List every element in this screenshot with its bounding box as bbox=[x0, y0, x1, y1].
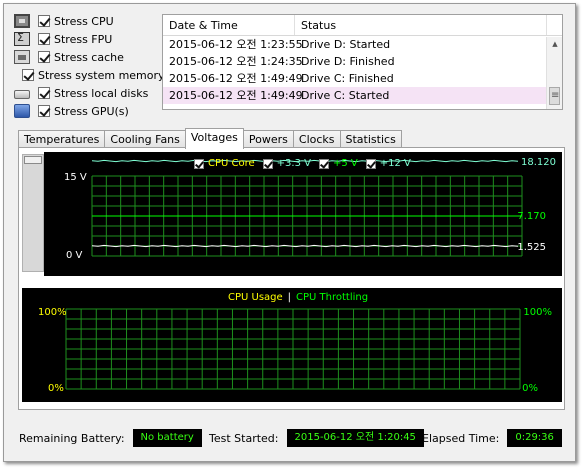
voltage-y-min-label: 0 V bbox=[66, 250, 83, 261]
event-log-table[interactable]: Date & Time Status 2015-06-12 오전 1:23:55… bbox=[162, 14, 563, 110]
elapsed-time: Elapsed Time: 0:29:36 bbox=[422, 429, 562, 447]
remaining-battery: Remaining Battery: No battery bbox=[19, 429, 202, 447]
usage-grid bbox=[65, 308, 521, 390]
cpu-throttling-title: CPU Throttling bbox=[296, 292, 369, 303]
stress-options: Stress CPU Stress FPU Stress cache Stres… bbox=[14, 12, 165, 120]
voltage-chart: CPU Core +3.3 V +5 V +12 V 15 V 0 V 18.1… bbox=[44, 152, 562, 276]
stability-test-window: Stress CPU Stress FPU Stress cache Stres… bbox=[3, 3, 576, 462]
stress-cache-option[interactable]: Stress cache bbox=[14, 48, 164, 66]
stress-disks-checkbox[interactable] bbox=[38, 87, 50, 99]
stress-fpu-checkbox[interactable] bbox=[38, 33, 50, 45]
tab-powers[interactable]: Powers bbox=[242, 130, 294, 148]
legend-cpu-core: CPU Core bbox=[208, 158, 255, 169]
stress-gpu-label: Stress GPU(s) bbox=[54, 104, 129, 118]
tab-temperatures[interactable]: Temperatures bbox=[18, 130, 106, 148]
log-status-cell: Drive D: Finished bbox=[301, 55, 395, 68]
sensor-list-scrollbar[interactable] bbox=[22, 154, 44, 272]
log-date-cell: 2015-06-12 오전 1:23:55 bbox=[169, 38, 303, 51]
stress-cpu-option[interactable]: Stress CPU bbox=[14, 12, 164, 30]
stress-disks-label: Stress local disks bbox=[54, 86, 149, 100]
stress-cpu-label: Stress CPU bbox=[54, 14, 114, 28]
test-started-value: 2015-06-12 오전 1:20:45 bbox=[286, 429, 424, 447]
log-date-cell: 2015-06-12 오전 1:49:49 bbox=[169, 89, 303, 102]
tab-voltages[interactable]: Voltages bbox=[184, 128, 244, 149]
plus-3-3v-checkbox[interactable] bbox=[262, 158, 273, 169]
plus-5v-value: 7.170 bbox=[517, 211, 546, 222]
plus-12v-checkbox[interactable] bbox=[365, 158, 376, 169]
tab-statistics[interactable]: Statistics bbox=[339, 130, 402, 148]
throttle-y-min-label: 0% bbox=[522, 383, 538, 394]
date-column-header[interactable]: Date & Time bbox=[163, 15, 295, 35]
throttle-y-max-label: 100% bbox=[523, 307, 552, 318]
cpu-core-value: 1.525 bbox=[517, 242, 546, 253]
voltage-chart-canvas bbox=[91, 159, 523, 257]
plus-5v-checkbox[interactable] bbox=[318, 158, 329, 169]
cpu-usage-chart-canvas bbox=[65, 308, 521, 390]
log-date-cell: 2015-06-12 오전 1:49:49 bbox=[169, 72, 303, 85]
stress-cache-checkbox[interactable] bbox=[38, 51, 50, 63]
log-header-row: Date & Time Status bbox=[163, 15, 562, 36]
legend-plus-3-3v: +3.3 V bbox=[276, 158, 311, 169]
usage-y-min-label: 0% bbox=[48, 383, 64, 394]
test-started: Test Started: 2015-06-12 오전 1:20:45 bbox=[209, 429, 424, 447]
gpu-icon bbox=[14, 104, 30, 118]
tab-clocks[interactable]: Clocks bbox=[292, 130, 341, 148]
remaining-battery-label: Remaining Battery: bbox=[19, 431, 125, 445]
stress-disks-option[interactable]: Stress local disks bbox=[14, 84, 164, 102]
stress-fpu-option[interactable]: Stress FPU bbox=[14, 30, 164, 48]
log-status-cell: Drive C: Finished bbox=[301, 72, 394, 85]
tab-cooling-fans[interactable]: Cooling Fans bbox=[104, 130, 186, 148]
log-status-cell: Drive C: Started bbox=[301, 89, 390, 102]
log-date-cell: 2015-06-12 오전 1:24:35 bbox=[169, 55, 303, 68]
plus-12v-value: 18.120 bbox=[521, 157, 556, 168]
slider-thumb[interactable] bbox=[24, 156, 42, 164]
usage-y-max-label: 100% bbox=[38, 307, 67, 318]
log-row-selected[interactable]: 2015-06-12 오전 1:49:49 Drive C: Started bbox=[163, 87, 562, 104]
cpu-usage-chart: CPU Usage | CPU Throttling 100% 0% 100% … bbox=[22, 288, 562, 402]
log-row[interactable]: 2015-06-12 오전 1:23:55 Drive D: Started bbox=[163, 36, 562, 53]
scrollbar-thumb[interactable] bbox=[549, 87, 560, 105]
test-started-label: Test Started: bbox=[209, 431, 279, 445]
usage-legend: CPU Usage | CPU Throttling bbox=[228, 292, 368, 303]
cpu-core-checkbox[interactable] bbox=[194, 158, 204, 169]
stress-cache-label: Stress cache bbox=[54, 50, 124, 64]
stress-memory-label: Stress system memory bbox=[38, 68, 165, 82]
status-column-header[interactable]: Status bbox=[295, 15, 547, 35]
sensor-tabs: Temperatures Cooling Fans Voltages Power… bbox=[18, 128, 402, 149]
legend-plus-5v: +5 V bbox=[332, 158, 358, 169]
cache-icon bbox=[14, 50, 30, 64]
fpu-icon bbox=[14, 31, 30, 46]
voltage-y-max-label: 15 V bbox=[64, 172, 87, 183]
voltage-legend: CPU Core +3.3 V +5 V +12 V bbox=[194, 158, 411, 169]
log-row[interactable]: 2015-06-12 오전 1:49:49 Drive C: Finished bbox=[163, 70, 562, 87]
scroll-up-icon[interactable]: ▲ bbox=[547, 37, 563, 51]
stress-gpu-checkbox[interactable] bbox=[38, 105, 50, 117]
log-status-cell: Drive D: Started bbox=[301, 38, 391, 51]
cpu-icon bbox=[14, 14, 30, 28]
cpu-usage-title: CPU Usage bbox=[228, 292, 283, 303]
stress-gpu-option[interactable]: Stress GPU(s) bbox=[14, 102, 164, 120]
remaining-battery-value: No battery bbox=[132, 429, 202, 447]
disk-icon bbox=[14, 90, 30, 99]
elapsed-time-value: 0:29:36 bbox=[507, 429, 562, 447]
stress-memory-checkbox[interactable] bbox=[22, 69, 34, 81]
legend-plus-12v: +12 V bbox=[379, 158, 411, 169]
log-scrollbar[interactable]: ▲ bbox=[546, 37, 562, 109]
stress-cpu-checkbox[interactable] bbox=[38, 15, 50, 27]
legend-separator: | bbox=[287, 292, 292, 303]
elapsed-time-label: Elapsed Time: bbox=[422, 431, 500, 445]
stress-fpu-label: Stress FPU bbox=[54, 32, 113, 46]
stress-memory-option[interactable]: Stress system memory bbox=[14, 66, 165, 84]
log-row[interactable]: 2015-06-12 오전 1:24:35 Drive D: Finished bbox=[163, 53, 562, 70]
